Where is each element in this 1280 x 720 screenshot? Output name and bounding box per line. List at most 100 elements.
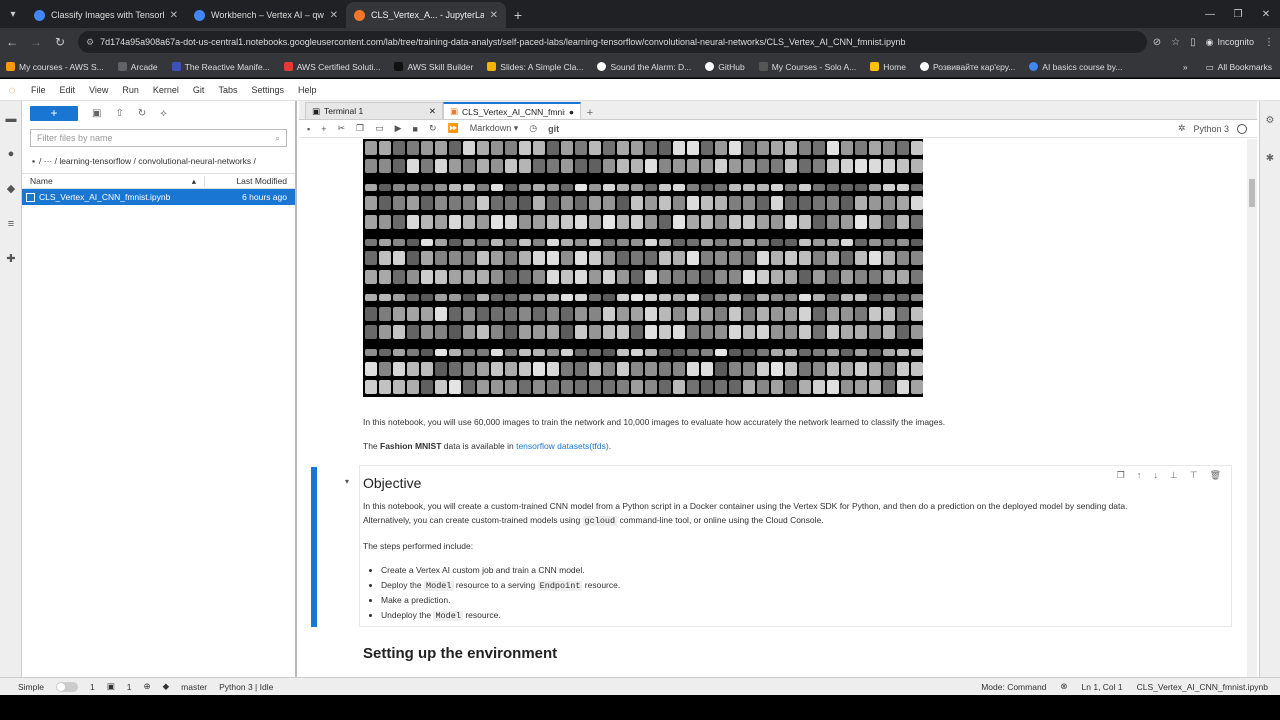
cursor-position[interactable]: Ln 1, Col 1 [1082,682,1123,692]
sidepanel-icon[interactable]: ▯ [1190,37,1196,48]
notebook-content[interactable]: In this notebook, you will use 60,000 im… [299,139,1247,677]
restore-icon[interactable]: ❐ [1224,0,1252,28]
image-thumbnail [883,214,895,229]
menu-file[interactable]: File [24,85,53,95]
menu-run[interactable]: Run [115,85,146,95]
cell-type-select[interactable]: Markdown ▾ [470,123,519,134]
cut-icon[interactable]: ✂ [337,123,345,134]
close-window-icon[interactable]: ✕ [1252,0,1280,28]
bookmark-item[interactable]: Sound the Alarm: D... [597,62,691,72]
all-bookmarks-button[interactable]: » ▭ All Bookmarks [1176,56,1272,77]
reload-icon[interactable]: ↻ [48,28,72,56]
bookmark-item[interactable]: AWS Certified Soluti... [283,62,380,72]
notebook-scrollbar[interactable] [1247,139,1257,677]
close-icon[interactable]: ✕ [330,10,338,21]
toc-icon[interactable]: ≡ [0,206,22,241]
copy-icon[interactable]: ❐ [356,123,364,134]
bookmark-item[interactable]: Розвивайте кар'єру... [919,62,1015,72]
clock-icon[interactable]: ◷ [529,123,537,134]
forward-icon[interactable]: → [24,28,48,56]
running-icon[interactable]: ● [0,136,22,171]
new-launcher-button[interactable]: + [30,105,78,121]
insert-below-icon[interactable]: ⊤ [1190,470,1198,481]
run-icon[interactable]: ▶ [395,123,402,134]
address-bar[interactable]: ⚙ 7d174a95a908a67a-dot-us-central1.noteb… [78,31,1147,53]
site-info-icon[interactable]: ⚙ [86,37,94,48]
new-folder-icon[interactable]: ▣ [92,108,101,119]
simple-mode-toggle[interactable] [55,681,78,692]
scroll-thumb[interactable] [1249,179,1255,207]
git-button[interactable]: git [548,124,559,134]
notification-icon[interactable]: ⊗ [1060,681,1067,692]
cell-selection-bar[interactable] [311,467,317,627]
close-icon[interactable]: ✕ [490,10,498,21]
collapse-arrow-icon[interactable]: ▾ [345,477,349,486]
tab-search-icon[interactable]: ▾ [0,0,26,28]
bookmark-item[interactable]: My Courses - Solo A... [758,62,856,72]
move-down-icon[interactable]: ↓ [1153,470,1158,481]
star-icon[interactable]: ☆ [1171,37,1180,48]
gear-icon[interactable]: ✲ [1178,123,1186,134]
column-name[interactable]: Name [30,176,53,187]
browser-tab-1[interactable]: Classify Images with TensorFlo ✕ [26,2,186,28]
menu-tabs[interactable]: Tabs [211,85,244,95]
duplicate-icon[interactable]: ❐ [1117,470,1125,481]
property-inspector-icon[interactable]: ⚙ [1260,101,1280,139]
add-tab-button[interactable]: + [581,107,599,119]
delete-icon[interactable]: 🗑 [1210,470,1221,481]
insert-cell-icon[interactable]: + [321,124,326,134]
browser-tab-2[interactable]: Workbench – Vertex AI – qwikla ✕ [186,2,346,28]
bookmark-item[interactable]: Arcade [117,62,158,72]
chevron-right-icon[interactable]: » [1183,62,1188,72]
breadcrumb[interactable]: ▪ / ··· / learning-tensorflow / convolut… [22,151,295,171]
bookmark-item[interactable]: Slides: A Simple Cla... [487,62,583,72]
more-menu-icon[interactable]: ⋮ [1264,37,1274,48]
git-clone-icon[interactable]: ⟡ [160,108,167,119]
paste-icon[interactable]: ▭ [375,123,384,134]
kernels-count[interactable]: 1 [127,682,132,692]
restart-icon[interactable]: ↻ [429,123,437,134]
new-tab-button[interactable]: + [506,2,530,28]
minimize-icon[interactable]: — [1196,0,1224,28]
browser-tab-3[interactable]: CLS_Vertex_A... - JupyterLab ✕ [346,2,506,28]
menu-kernel[interactable]: Kernel [146,85,186,95]
bookmark-item[interactable]: AI basics course by... [1029,62,1122,72]
menu-view[interactable]: View [82,85,115,95]
close-icon[interactable]: ✕ [429,106,436,117]
file-filter-input[interactable]: Filter files by name ⌕ [30,129,287,147]
tab-terminal[interactable]: ▣ Terminal 1 ✕ [305,102,443,119]
column-last-modified[interactable]: Last Modified [205,176,295,186]
eye-off-icon[interactable]: ⊘ [1153,37,1161,48]
debugger-icon[interactable]: ✱ [1260,139,1280,177]
tfds-link[interactable]: tensorflow datasets(tfds) [516,441,609,451]
insert-above-icon[interactable]: ⊥ [1170,470,1178,481]
bookmark-item[interactable]: GitHub [705,62,745,72]
save-icon[interactable]: ▪ [307,124,310,134]
bookmark-item[interactable]: Home [870,62,906,72]
extension-icon[interactable]: ✚ [0,241,22,276]
git-icon[interactable]: ◆ [0,171,22,206]
menu-edit[interactable]: Edit [53,85,83,95]
bookmark-item[interactable]: My courses - AWS S... [6,62,104,72]
tab-notebook[interactable]: ▣CLS_Vertex_AI_CNN_fmnist.ip ● [443,102,581,119]
menu-git[interactable]: Git [186,85,212,95]
unsaved-dot-icon[interactable]: ● [569,107,574,117]
incognito-indicator[interactable]: ◉ Incognito [1206,37,1254,48]
close-icon[interactable]: ✕ [170,10,178,21]
git-branch[interactable]: master [181,682,207,692]
menu-help[interactable]: Help [291,85,324,95]
file-row[interactable]: CLS_Vertex_AI_CNN_fmnist.ipynb 6 hours a… [22,189,295,205]
back-icon[interactable]: ← [0,28,24,56]
refresh-icon[interactable]: ↻ [138,108,146,119]
kernel-status[interactable]: Python 3 | Idle [219,682,273,692]
move-up-icon[interactable]: ↑ [1137,470,1142,481]
upload-icon[interactable]: ⇧ [115,108,123,119]
run-all-icon[interactable]: ⏩ [448,123,459,134]
bookmark-item[interactable]: AWS Skill Builder [394,62,473,72]
folder-icon[interactable]: ▬ [0,101,22,136]
kernel-name[interactable]: Python 3 [1193,124,1229,134]
stop-icon[interactable]: ■ [413,124,418,134]
bookmark-item[interactable]: The Reactive Manife... [171,62,270,72]
terminals-count[interactable]: 1 [90,682,95,692]
menu-settings[interactable]: Settings [244,85,291,95]
